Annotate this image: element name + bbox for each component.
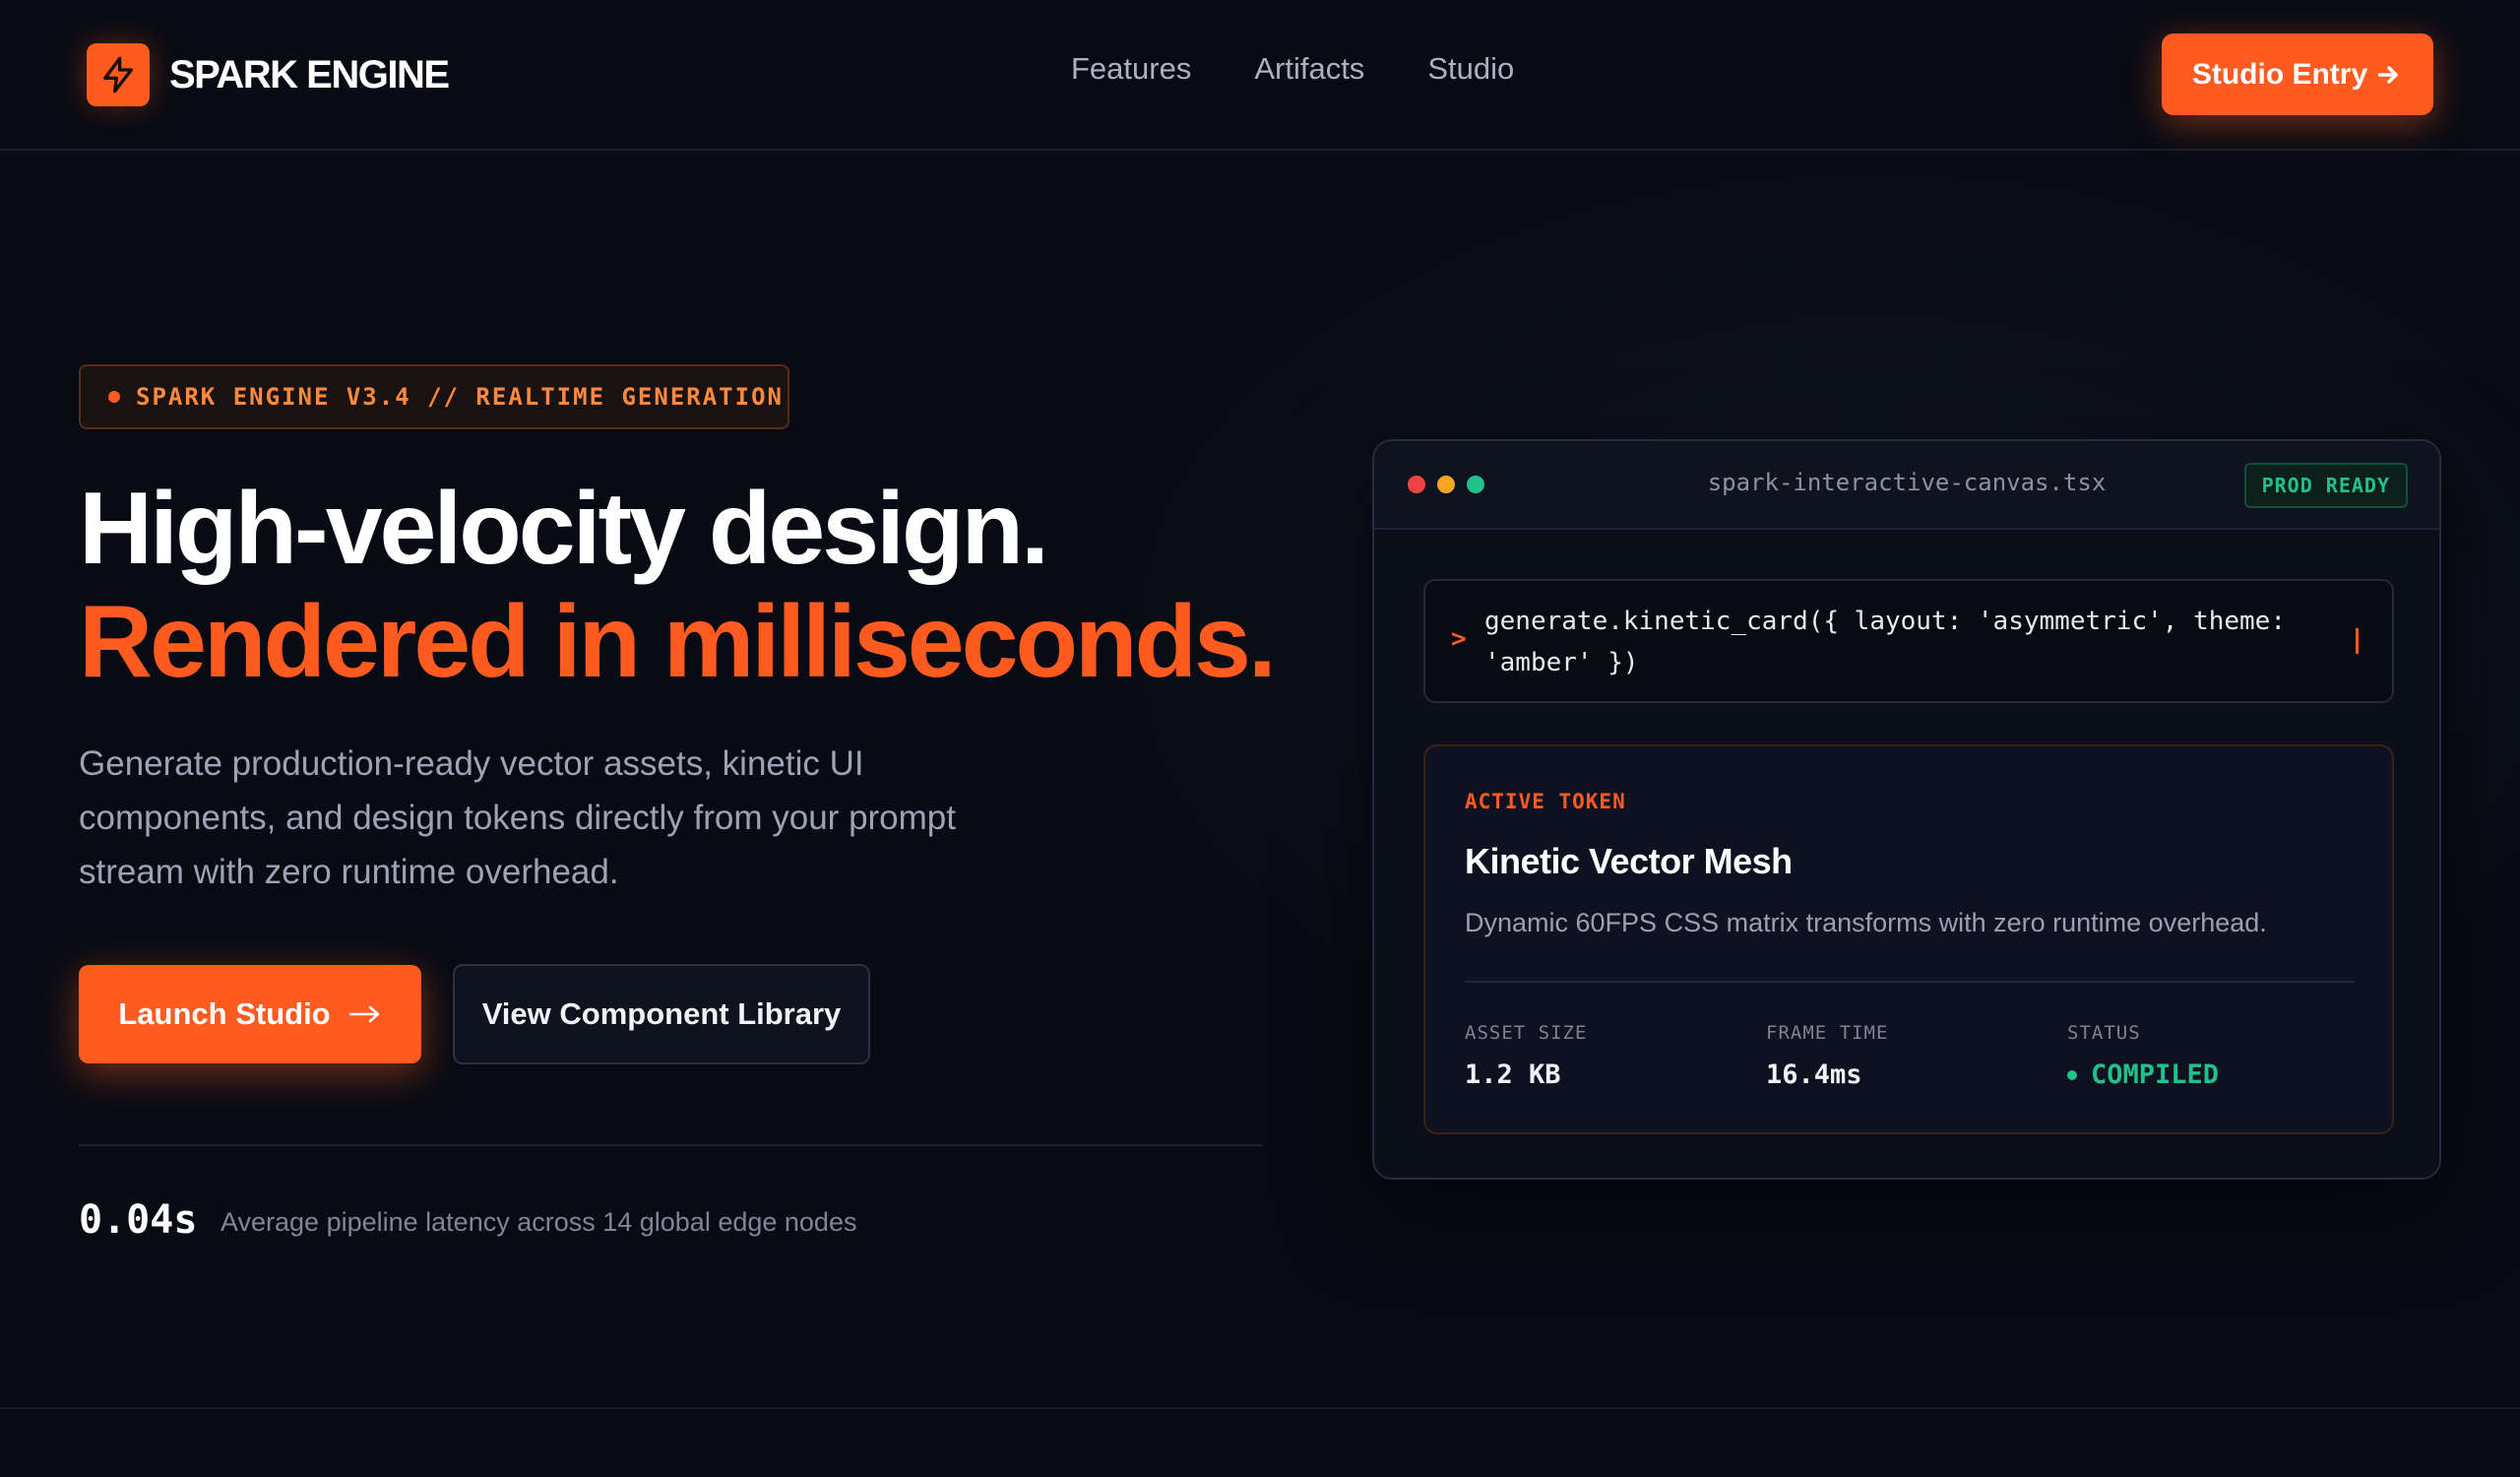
status-text: COMPILED bbox=[2091, 1060, 2220, 1090]
hero-divider bbox=[79, 1144, 1262, 1146]
nav-link-studio[interactable]: Studio bbox=[1427, 51, 1514, 87]
nav-links: Features Artifacts Studio bbox=[1071, 51, 1514, 87]
badge-dot-icon bbox=[108, 391, 120, 403]
landing-page: SPARK ENGINE Features Artifacts Studio S… bbox=[0, 0, 2520, 1477]
metric-value: 16.4ms bbox=[1766, 1060, 1862, 1090]
launch-studio-button[interactable]: Launch Studio bbox=[79, 965, 421, 1063]
nav-link-artifacts[interactable]: Artifacts bbox=[1254, 51, 1364, 87]
launch-studio-label: Launch Studio bbox=[118, 996, 331, 1031]
prompt-text: generate.kinetic_card({ layout: 'asymmet… bbox=[1484, 607, 2286, 677]
metric-label: ASSET SIZE bbox=[1465, 1022, 1588, 1044]
status-dot-icon bbox=[2067, 1069, 2077, 1080]
prompt-caret-icon: > bbox=[1451, 624, 1467, 654]
arrow-right-icon bbox=[348, 1005, 379, 1023]
section-divider bbox=[0, 1407, 2520, 1409]
metric-status: STATUS COMPILED bbox=[2067, 1022, 2219, 1090]
brand-name: SPARK ENGINE bbox=[169, 52, 450, 96]
metric-frame-time: FRAME TIME 16.4ms bbox=[1766, 1022, 1888, 1090]
studio-entry-label: Studio Entry bbox=[2191, 57, 2368, 91]
metric-label: STATUS bbox=[2067, 1022, 2141, 1044]
hero-headline: High-velocity design. Rendered in millis… bbox=[79, 472, 1277, 699]
latency-stat-value: 0.04s bbox=[79, 1197, 198, 1243]
nav-link-features[interactable]: Features bbox=[1071, 51, 1191, 87]
interactive-canvas-window: spark-interactive-canvas.tsx PROD READY … bbox=[1372, 439, 2441, 1180]
token-divider bbox=[1465, 981, 2355, 983]
token-title: Kinetic Vector Mesh bbox=[1465, 841, 1793, 881]
headline-line-2: Rendered in milliseconds. bbox=[79, 585, 1277, 699]
prompt-input[interactable]: > generate.kinetic_card({ layout: 'asymm… bbox=[1423, 579, 2394, 703]
studio-entry-button[interactable]: Studio Entry bbox=[2162, 33, 2433, 115]
brand[interactable]: SPARK ENGINE bbox=[87, 43, 450, 106]
view-component-library-button[interactable]: View Component Library bbox=[453, 964, 870, 1064]
status-value: COMPILED bbox=[2067, 1060, 2219, 1090]
arrow-right-icon bbox=[2378, 65, 2398, 84]
hero-lead: Generate production-ready vector assets,… bbox=[79, 744, 956, 891]
active-token-card[interactable]: ACTIVE TOKEN Kinetic Vector Mesh Dynamic… bbox=[1423, 744, 2394, 1134]
headline-line-1: High-velocity design. bbox=[79, 472, 1049, 586]
prod-ready-badge: PROD READY bbox=[2243, 463, 2408, 508]
token-description: Dynamic 60FPS CSS matrix transforms with… bbox=[1465, 908, 2267, 937]
metric-label: FRAME TIME bbox=[1766, 1022, 1889, 1044]
window-titlebar: spark-interactive-canvas.tsx PROD READY bbox=[1374, 441, 2439, 530]
metric-asset-size: ASSET SIZE 1.2 KB bbox=[1465, 1022, 1587, 1090]
lightning-bolt-icon bbox=[87, 43, 150, 106]
text-cursor bbox=[2356, 628, 2359, 654]
version-badge-text: SPARK ENGINE V3.4 // REALTIME GENERATION bbox=[136, 383, 784, 411]
token-kicker: ACTIVE TOKEN bbox=[1465, 790, 1626, 813]
metric-value: 1.2 KB bbox=[1465, 1060, 1561, 1090]
top-nav: SPARK ENGINE Features Artifacts Studio S… bbox=[0, 0, 2520, 151]
version-badge: SPARK ENGINE V3.4 // REALTIME GENERATION bbox=[79, 364, 789, 429]
latency-stat-label: Average pipeline latency across 14 globa… bbox=[220, 1207, 857, 1237]
